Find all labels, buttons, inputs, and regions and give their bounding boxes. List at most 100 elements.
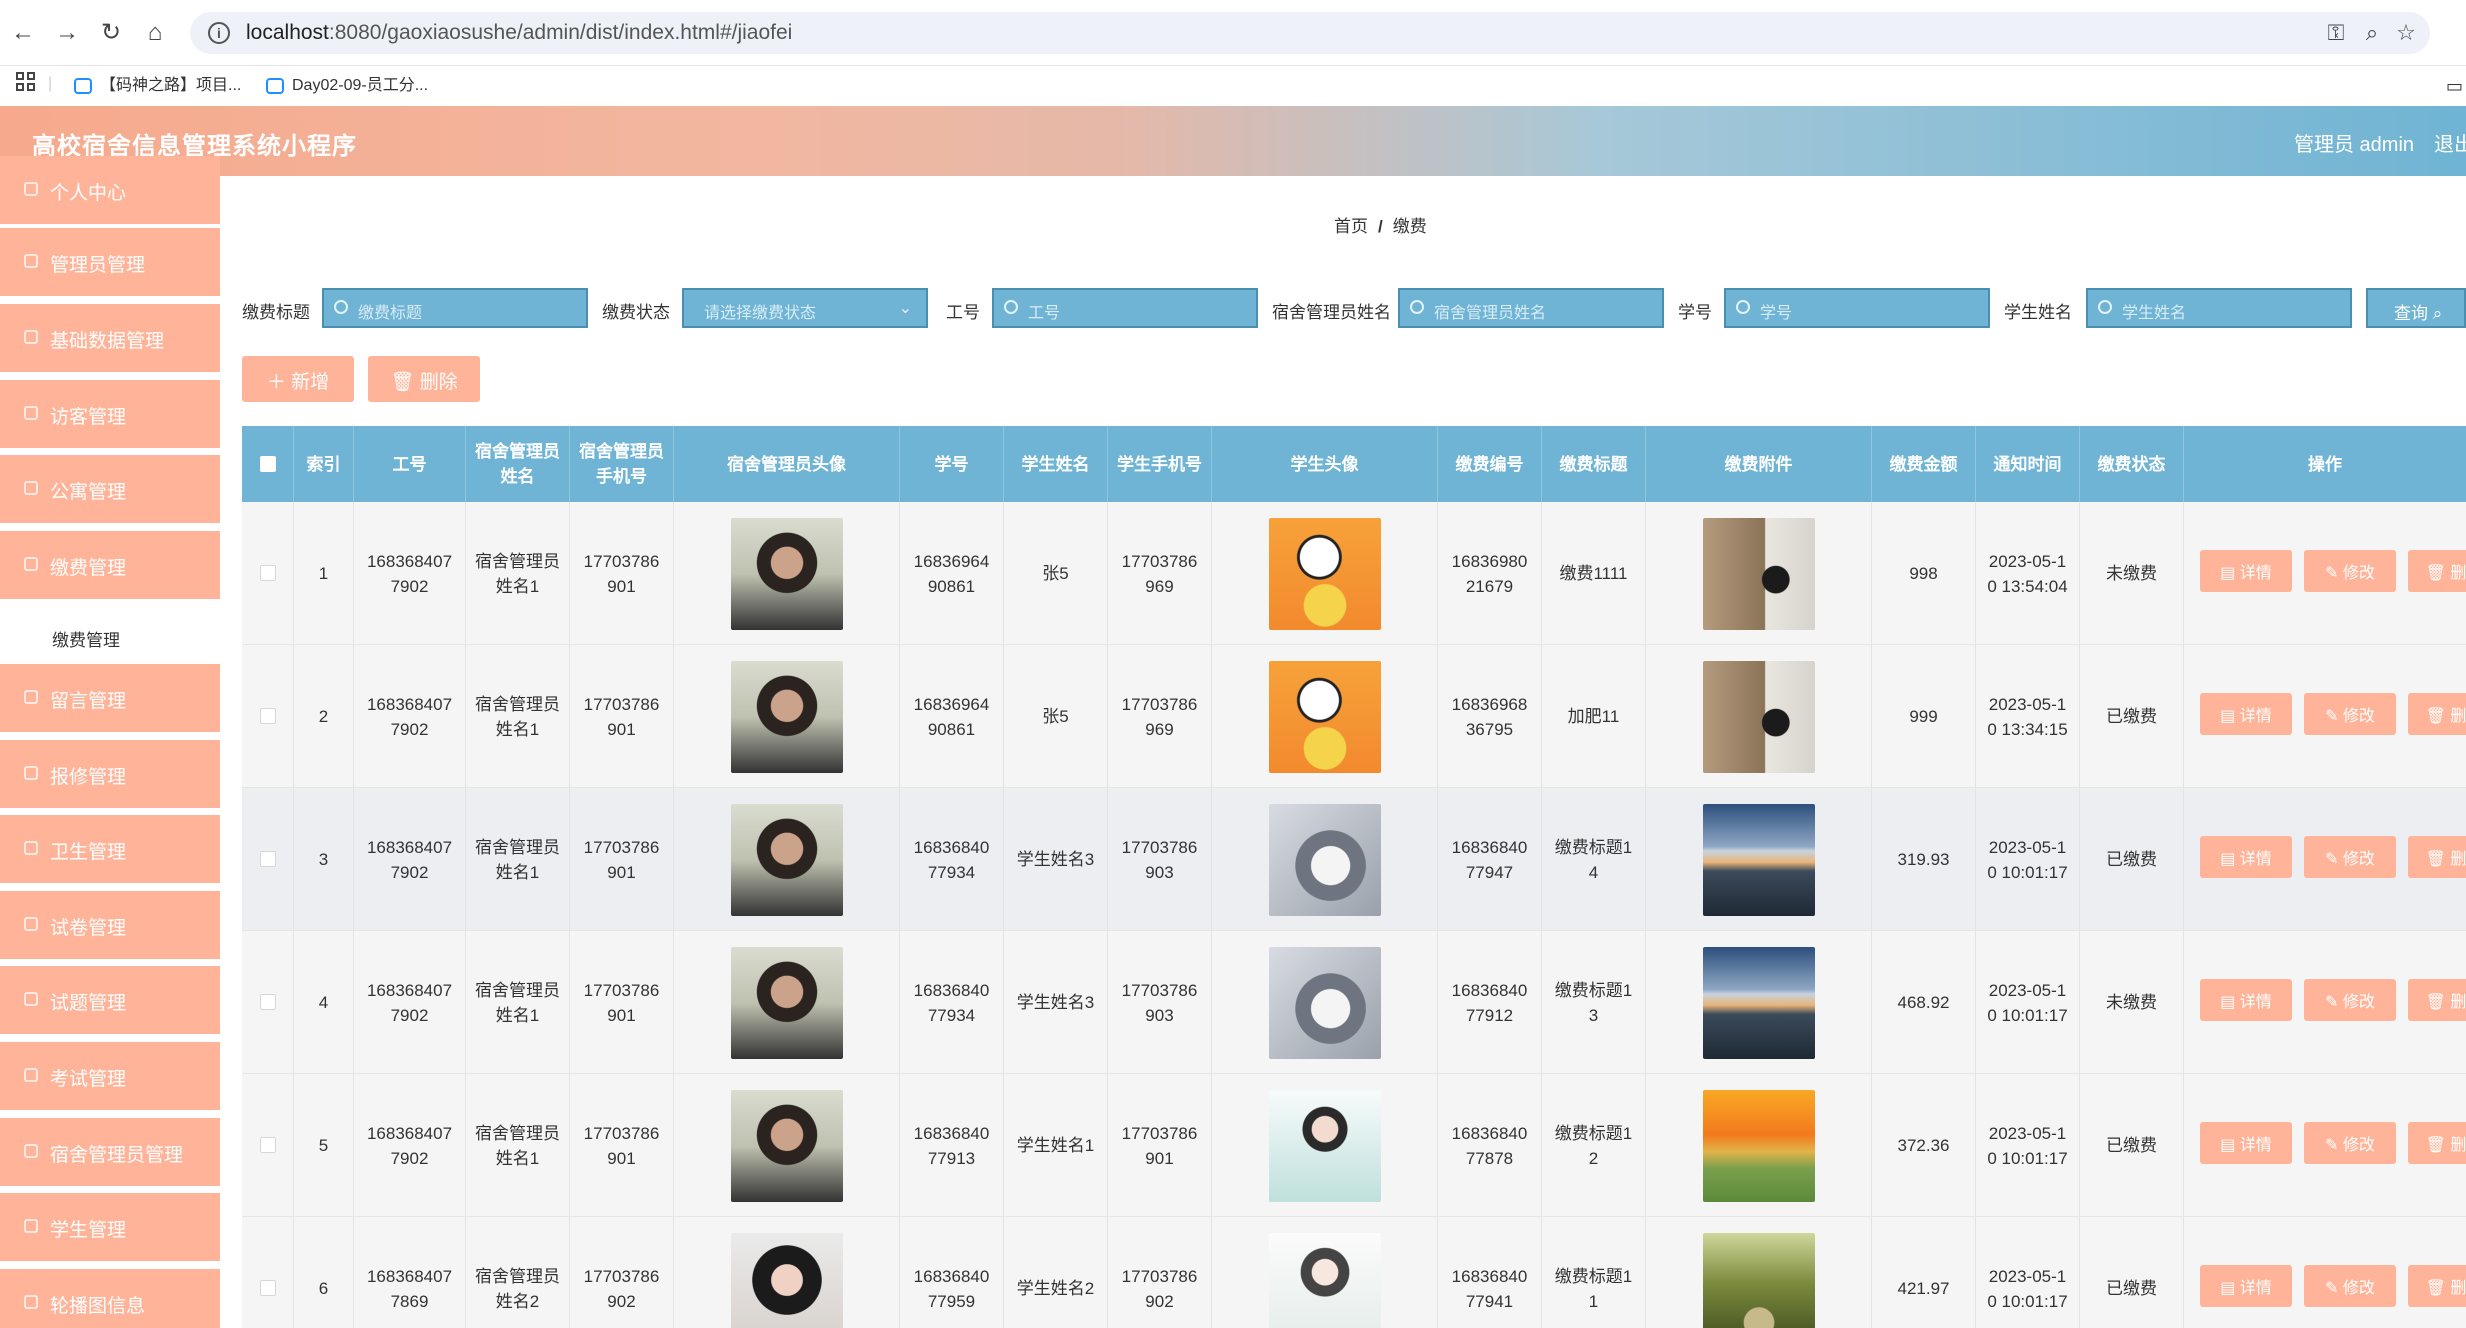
manager-avatar-image[interactable] — [730, 517, 843, 630]
th-amount: 缴费金额 — [1872, 426, 1976, 502]
star-icon[interactable]: ☆ — [2392, 20, 2420, 46]
sidebar-item-repair[interactable]: 报修管理 — [0, 740, 220, 808]
cell-amount-text: 998 — [1909, 564, 1938, 583]
manager-avatar-image[interactable] — [730, 803, 843, 916]
reload-icon[interactable]: ↻ — [96, 18, 126, 48]
grid-icon — [24, 1295, 38, 1309]
key-icon[interactable]: ⚿ — [2322, 20, 2350, 46]
attachment-image[interactable] — [1702, 660, 1815, 773]
gonghao-input[interactable]: 工号 — [992, 288, 1258, 328]
attachment-image[interactable] — [1702, 1232, 1815, 1328]
delete-button[interactable]: 🗑 删除 — [2408, 550, 2466, 592]
sidebar-item-payment[interactable]: 缴费管理 — [0, 531, 220, 599]
edit-button[interactable]: ✎ 修改 — [2304, 836, 2396, 878]
delete-button[interactable]: 🗑 删除 — [2408, 693, 2466, 735]
sidebar-item-basic-data[interactable]: 基础数据管理 — [0, 304, 220, 372]
row-checkbox[interactable] — [260, 708, 276, 724]
attachment-image[interactable] — [1702, 946, 1815, 1059]
delete-button[interactable]: 🗑 删除 — [2408, 1265, 2466, 1307]
manager-avatar-image[interactable] — [730, 1089, 843, 1202]
forward-icon[interactable]: → — [52, 18, 82, 48]
detail-button[interactable]: ▤ 详情 — [2200, 1122, 2292, 1164]
cell-payment-title-text: 缴费标题1 4 — [1554, 837, 1633, 882]
sidebar-item-carousel[interactable]: 轮播图信息 — [0, 1269, 220, 1328]
detail-button[interactable]: ▤ 详情 — [2200, 1265, 2292, 1307]
apps-grid-icon[interactable] — [16, 72, 36, 92]
row-checkbox[interactable] — [260, 1280, 276, 1296]
query-button[interactable]: 查询 ⌕ — [2366, 288, 2466, 328]
sidebar-item-hygiene[interactable]: 卫生管理 — [0, 815, 220, 883]
bookmark-item-1[interactable]: 【码神之路】项目... — [74, 74, 241, 98]
edit-button[interactable]: ✎ 修改 — [2304, 693, 2396, 735]
edit-button[interactable]: ✎ 修改 — [2304, 550, 2396, 592]
delete-button[interactable]: 🗑 删除 — [2408, 979, 2466, 1021]
home-icon[interactable]: ⌂ — [140, 18, 170, 48]
zoom-icon[interactable]: ⌕ — [2358, 20, 2386, 46]
payment-title-input[interactable]: 缴费标题 — [322, 288, 588, 328]
detail-button[interactable]: ▤ 详情 — [2200, 550, 2292, 592]
address-bar[interactable]: i localhost:8080/gaoxiaosushe/admin/dist… — [190, 12, 2430, 54]
edit-button[interactable]: ✎ 修改 — [2304, 979, 2396, 1021]
row-checkbox[interactable] — [260, 994, 276, 1010]
row-checkbox[interactable] — [260, 851, 276, 867]
attachment-image[interactable] — [1702, 517, 1815, 630]
logout-button[interactable]: 退出 — [2434, 128, 2466, 157]
student-avatar-image[interactable] — [1268, 946, 1381, 1059]
site-info-icon[interactable]: i — [208, 22, 230, 44]
manager-avatar-image[interactable] — [730, 1232, 843, 1328]
back-icon[interactable]: ← — [8, 18, 38, 48]
student-avatar-image[interactable] — [1268, 1232, 1381, 1328]
attachment-image[interactable] — [1702, 1089, 1815, 1202]
row-checkbox[interactable] — [260, 1137, 276, 1153]
edit-button[interactable]: ✎ 修改 — [2304, 1265, 2396, 1307]
cell-attachment — [1646, 502, 1872, 645]
folder-icon[interactable]: ▭ — [2446, 74, 2463, 98]
sidebar-item-admin[interactable]: 管理员管理 — [0, 228, 220, 296]
cell-payment-title: 加肥11 — [1542, 645, 1646, 788]
student-avatar-image[interactable] — [1268, 660, 1381, 773]
add-button[interactable]: ＋ 新增 — [242, 356, 354, 402]
sidebar-item-exam[interactable]: 考试管理 — [0, 1042, 220, 1110]
delete-button[interactable]: 🗑 删除 — [2408, 836, 2466, 878]
breadcrumb-home[interactable]: 首页 — [1334, 217, 1368, 236]
sidebar-item-visitor[interactable]: 访客管理 — [0, 380, 220, 448]
student-name-input[interactable]: 学生姓名 — [2086, 288, 2352, 328]
manager-avatar-image[interactable] — [730, 946, 843, 1059]
cell-manager-phone: 17703786 901 — [570, 931, 674, 1074]
manager-avatar-image[interactable] — [730, 660, 843, 773]
cell-gonghao-text: 168368407 7902 — [366, 694, 453, 739]
student-avatar-image[interactable] — [1268, 1089, 1381, 1202]
sidebar-item-message[interactable]: 留言管理 — [0, 664, 220, 732]
xuehao-input[interactable]: 学号 — [1724, 288, 1990, 328]
table-row: 6 168368407 7869 宿舍管理员 姓名2 17703786 902 1683… — [242, 1217, 2466, 1328]
bookmark-item-2[interactable]: Day02-09-员工分... — [266, 74, 428, 98]
student-avatar-image[interactable] — [1268, 517, 1381, 630]
manager-name-input[interactable]: 宿舍管理员姓名 — [1398, 288, 1664, 328]
detail-button[interactable]: ▤ 详情 — [2200, 979, 2292, 1021]
select-all-checkbox[interactable] — [260, 456, 276, 472]
sidebar-item-student[interactable]: 学生管理 — [0, 1193, 220, 1261]
sidebar-item-questions[interactable]: 试题管理 — [0, 966, 220, 1034]
cell-actions: ▤ 详情 ✎ 修改 🗑 删除 — [2184, 1074, 2466, 1217]
sidebar-item-dorm-manager[interactable]: 宿舍管理员管理 — [0, 1118, 220, 1186]
url-text[interactable]: localhost:8080/gaoxiaosushe/admin/dist/i… — [246, 21, 792, 45]
batch-delete-button[interactable]: 🗑 删除 — [368, 356, 480, 402]
detail-button[interactable]: ▤ 详情 — [2200, 693, 2292, 735]
cell-xuehao-text: 16836840 77934 — [913, 980, 990, 1025]
student-avatar-image[interactable] — [1268, 803, 1381, 916]
sidebar-subitem-payment[interactable]: 缴费管理 — [0, 609, 220, 663]
detail-button[interactable]: ▤ 详情 — [2200, 836, 2292, 878]
edit-button[interactable]: ✎ 修改 — [2304, 1122, 2396, 1164]
cell-amount: 468.92 — [1872, 931, 1976, 1074]
delete-button[interactable]: 🗑 删除 — [2408, 1122, 2466, 1164]
sidebar-item-apartment[interactable]: 公寓管理 — [0, 455, 220, 523]
cell-manager-name: 宿舍管理员 姓名1 — [466, 645, 570, 788]
attachment-image[interactable] — [1702, 803, 1815, 916]
trash-icon: 🗑 — [2425, 851, 2451, 868]
trash-icon: 🗑 — [2425, 1137, 2451, 1154]
cell-manager-name: 宿舍管理员 姓名1 — [466, 931, 570, 1074]
row-checkbox[interactable] — [260, 565, 276, 581]
sidebar-item-exam-paper[interactable]: 试卷管理 — [0, 891, 220, 959]
sidebar-item-profile[interactable]: 个人中心 — [0, 156, 220, 224]
payment-status-select[interactable]: 请选择缴费状态 ⌄ — [682, 288, 928, 328]
